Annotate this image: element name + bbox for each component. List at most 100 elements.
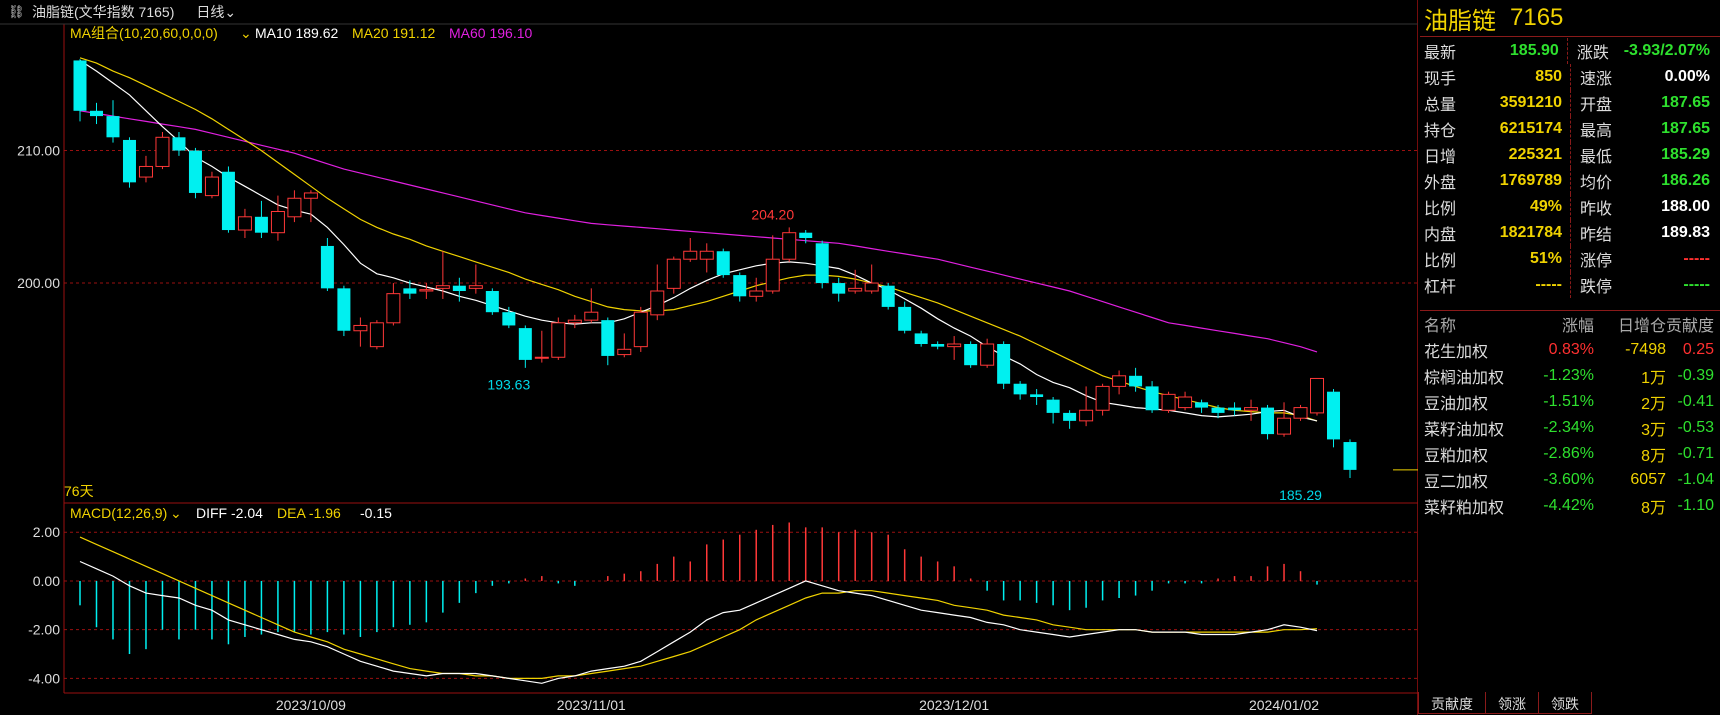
col-increase[interactable]: 日增仓 — [1594, 312, 1666, 336]
macd-tick-label: -4.00 — [28, 670, 60, 686]
price-tick-label: 200.00 — [17, 275, 60, 291]
chevron-down-icon[interactable]: ⌄ — [170, 505, 182, 521]
increase-value: 2万 — [1641, 396, 1666, 413]
price-annotation: 204.20 — [751, 206, 794, 222]
ma10-legend: MA10 189.62 — [255, 25, 338, 41]
contribution-row[interactable]: 菜籽粕加权 -4.42% 8万 -1.10 — [1420, 493, 1720, 519]
candle-body — [1112, 375, 1127, 387]
candle-body — [155, 136, 170, 167]
quote-label: 持仓 — [1424, 123, 1457, 140]
quote-row: 内盘 1821784 昨结 189.83 — [1420, 220, 1720, 246]
col-change[interactable]: 涨幅 — [1530, 312, 1594, 336]
candle-body — [633, 311, 648, 348]
candle-body — [765, 258, 780, 292]
diff-line — [79, 560, 1318, 684]
quote-value: 189.83 — [1661, 224, 1710, 241]
contract-name: 棕榈油加权 — [1424, 370, 1505, 387]
ma10-series — [79, 59, 1318, 422]
quote-value: 850 — [1535, 68, 1562, 85]
ma20-series — [79, 57, 1318, 422]
dea-line — [79, 536, 1318, 680]
candle-body — [1343, 442, 1357, 470]
contribution-row[interactable]: 棕榈油加权 -1.23% 1万 -0.39 — [1420, 363, 1720, 389]
ma-group-legend[interactable]: MA组合(10,20,60,0,0,0) — [70, 25, 218, 41]
candle-body — [270, 211, 285, 234]
quote-value: 187.65 — [1661, 94, 1710, 111]
candle-body — [551, 322, 566, 358]
candle-body — [666, 258, 681, 289]
axis-labels: 210.00 200.00 2.00 0.00 -2.00 -4.00 2023/10/09… — [17, 143, 1322, 713]
candle-body — [617, 348, 632, 356]
col-name[interactable]: 名称 — [1420, 312, 1530, 336]
change-value: 0.83% — [1548, 341, 1594, 358]
contribution-row[interactable]: 花生加权 0.83% -7498 0.25 — [1420, 337, 1720, 363]
tab-leading-up[interactable]: 领涨 — [1485, 692, 1539, 714]
kline-chart[interactable]: 210.00 200.00 2.00 0.00 -2.00 -4.00 2023/10/09… — [0, 0, 1418, 715]
quote-row: 外盘 1769789 均价 186.26 — [1420, 168, 1720, 194]
quote-value: 185.90 — [1509, 42, 1559, 59]
candle-body — [1277, 417, 1292, 435]
candle-body — [749, 290, 764, 297]
quote-label: 现手 — [1424, 71, 1457, 88]
quote-value: -3.93/2.07% — [1623, 42, 1710, 59]
candle-body — [964, 344, 978, 366]
contribution-value: -0.39 — [1677, 367, 1714, 384]
contribution-value: -0.71 — [1677, 445, 1714, 462]
candle-body — [1046, 399, 1060, 413]
contribution-row[interactable]: 豆油加权 -1.51% 2万 -0.41 — [1420, 389, 1720, 415]
candle-body — [782, 232, 797, 260]
candle-body — [337, 288, 351, 331]
contract-name: 菜籽粕加权 — [1424, 500, 1505, 517]
candle-body — [534, 356, 549, 359]
candle-body — [1178, 396, 1193, 409]
bottom-tabs: 贡献度 领涨 领跌 — [1418, 692, 1592, 714]
quote-label: 跌停 — [1580, 279, 1613, 296]
macd-legend[interactable]: MACD(12,26,9) — [70, 505, 167, 521]
quote-value: 186.26 — [1661, 172, 1710, 189]
candle-body — [584, 311, 599, 321]
contribution-row[interactable]: 豆粕加权 -2.86% 8万 -0.71 — [1420, 441, 1720, 467]
candle-body — [502, 312, 516, 326]
candle-body — [1310, 377, 1325, 414]
candle-body — [815, 243, 829, 284]
change-value: -1.23% — [1543, 367, 1594, 384]
candle-body — [122, 139, 136, 183]
ma10-line — [79, 59, 1318, 422]
contribution-row[interactable]: 豆二加权 -3.60% 6057 -1.04 — [1420, 467, 1720, 493]
contract-name: 豆粕加权 — [1424, 448, 1489, 465]
candle-body — [1030, 394, 1044, 397]
change-value: -4.42% — [1543, 497, 1594, 514]
quote-row: 杠杆 ----- 跌停 ----- — [1420, 272, 1720, 298]
candle-body — [650, 290, 665, 316]
candle-body — [799, 232, 813, 238]
contribution-value: -1.04 — [1677, 471, 1714, 488]
macd-tick-label: 0.00 — [33, 573, 60, 589]
tab-contribution[interactable]: 贡献度 — [1418, 692, 1486, 714]
candle-body — [601, 320, 615, 356]
price-annotation: 185.29 — [1279, 487, 1322, 503]
candle-body — [1195, 402, 1209, 408]
date-tick-label: 2024/01/02 — [1249, 697, 1319, 713]
candle-body — [485, 291, 499, 313]
price-annotation: 193.63 — [487, 376, 530, 392]
change-value: -2.86% — [1543, 445, 1594, 462]
quote-label: 内盘 — [1424, 227, 1457, 244]
candle-body — [997, 344, 1011, 384]
contribution-row[interactable]: 菜籽油加权 -2.34% 3万 -0.53 — [1420, 415, 1720, 441]
quote-table: 最新 185.90 涨跌 -3.93/2.07% 现手 850 速涨 0.00% 总量 35912… — [1420, 38, 1720, 298]
quote-label: 涨跌 — [1576, 45, 1609, 62]
quote-label: 涨停 — [1580, 253, 1613, 270]
candle-body — [1013, 383, 1027, 395]
quote-label: 日增 — [1424, 149, 1457, 166]
chevron-down-icon[interactable]: ⌄ — [240, 25, 252, 41]
quote-label: 最新 — [1424, 45, 1457, 62]
candle-body — [1161, 393, 1176, 411]
contribution-header: 名称 涨幅 日增仓 贡献度 — [1420, 311, 1720, 337]
candle-body — [204, 176, 219, 197]
date-tick-label: 2023/12/01 — [919, 697, 989, 713]
contract-name: 豆二加权 — [1424, 474, 1489, 491]
quote-label: 最低 — [1580, 149, 1613, 166]
col-contribution[interactable]: 贡献度 — [1666, 312, 1720, 336]
candle-body — [1079, 409, 1094, 422]
tab-leading-down[interactable]: 领跌 — [1538, 692, 1592, 714]
